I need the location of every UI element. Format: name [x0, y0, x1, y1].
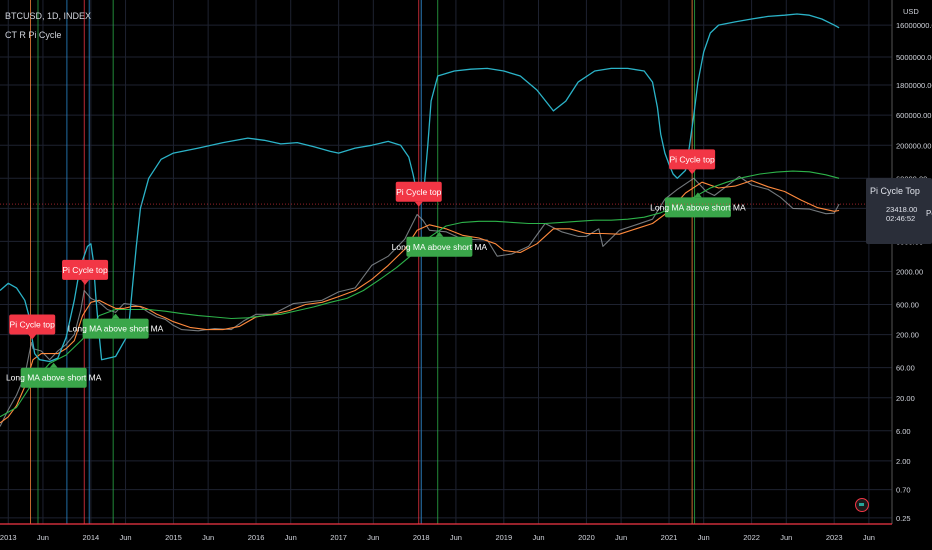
y-tick-label: 600000.00 [896, 111, 931, 120]
y-tick-label: 2000.00 [896, 268, 923, 277]
label-text: Pi Cycle top [396, 187, 442, 197]
x-tick-label: 2016 [248, 533, 265, 542]
symbol-line: BTCUSD, 1D, INDEX [5, 11, 92, 21]
y-tick-label: 0.25 [896, 514, 911, 523]
x-tick-label: Jun [780, 533, 792, 542]
label-text: Long MA above short MA [392, 242, 488, 252]
y-tick-label: 200000.00 [896, 141, 931, 150]
x-tick-label: Jun [450, 533, 462, 542]
indicator-line: CT R Pi Cycle [5, 30, 62, 40]
y-tick-label: 600.00 [896, 301, 919, 310]
y-tick-label: 2.00 [896, 457, 911, 466]
label-text: Long MA above short MA [6, 373, 102, 383]
x-tick-label: 2014 [83, 533, 100, 542]
label-text: Pi Cycle top [10, 320, 56, 330]
x-tick-label: 2019 [495, 533, 512, 542]
price-panel-extra: Pe [926, 209, 932, 218]
y-tick-label: 5000000.00 [896, 53, 932, 62]
x-tick-label: 2020 [578, 533, 595, 542]
x-tick-label: 2017 [330, 533, 347, 542]
x-tick-label: Jun [285, 533, 297, 542]
x-tick-label: Jun [615, 533, 627, 542]
x-tick-label: Jun [119, 533, 131, 542]
y-tick-label: 16000000.00 [896, 21, 932, 30]
x-tick-label: 2015 [165, 533, 182, 542]
y-tick-label: 20.00 [896, 394, 915, 403]
label-text: Long MA above short MA [68, 324, 164, 334]
label-text: Pi Cycle top [669, 154, 715, 164]
chart-background [0, 0, 932, 550]
x-tick-label: Jun [202, 533, 214, 542]
y-tick-label: 1800000.00 [896, 81, 932, 90]
tradingview-logo-icon[interactable] [855, 498, 869, 512]
price-panel-title: Pi Cycle Top [870, 186, 920, 196]
bar-countdown: 02:46:52 [886, 214, 916, 223]
label-text: Long MA above short MA [650, 202, 746, 212]
y-tick-label: 0.70 [896, 486, 911, 495]
x-tick-label: Jun [532, 533, 544, 542]
y-axis-unit: USD [903, 7, 919, 16]
y-tick-label: 200.00 [896, 331, 919, 340]
x-tick-label: Jun [367, 533, 379, 542]
x-tick-label: 2021 [661, 533, 678, 542]
y-tick-label: 60.00 [896, 364, 915, 373]
x-tick-label: Jun [863, 533, 875, 542]
y-tick-label: 6.00 [896, 427, 911, 436]
label-text: Pi Cycle top [62, 265, 108, 275]
x-tick-label: 2023 [826, 533, 843, 542]
price-panel[interactable]: Pi Cycle Top 23418.00 02:46:52 Pe [866, 178, 932, 244]
x-tick-label: Jun [698, 533, 710, 542]
x-tick-label: 2018 [413, 533, 430, 542]
x-tick-label: 2022 [743, 533, 760, 542]
chart-svg[interactable]: Pi Cycle top Long MA above short MA Pi Cyc… [0, 0, 932, 550]
last-price: 23418.00 [886, 205, 918, 214]
x-tick-label: Jun [37, 533, 49, 542]
x-tick-label: 2013 [0, 533, 17, 542]
